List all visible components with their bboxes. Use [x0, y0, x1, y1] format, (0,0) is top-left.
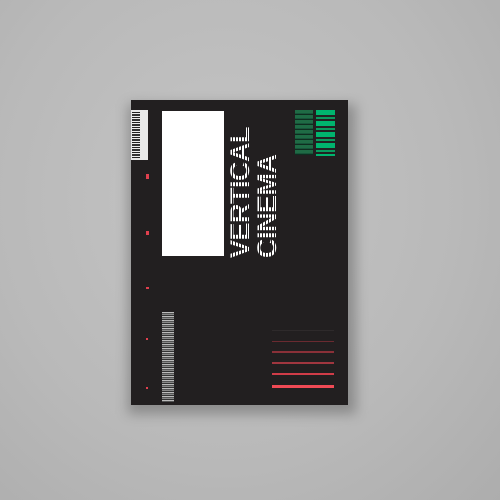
red-mark — [146, 387, 148, 389]
white-rectangle — [162, 111, 224, 256]
green-block-dark — [295, 110, 313, 155]
title-vertical: VERTICAL — [225, 127, 255, 258]
red-line — [272, 341, 334, 342]
barcode-label — [131, 110, 148, 160]
red-mark — [146, 338, 148, 340]
red-line — [272, 362, 334, 364]
barcode — [132, 112, 140, 158]
red-line — [272, 330, 334, 331]
title-cinema: CINEMA — [252, 154, 282, 259]
red-line — [272, 351, 334, 353]
green-block-bright — [316, 110, 335, 156]
book-cover: VERTICAL CINEMA — [131, 100, 348, 405]
red-line — [272, 373, 334, 375]
red-mark — [146, 231, 149, 235]
red-mark — [146, 174, 149, 179]
red-line — [272, 385, 334, 388]
red-mark — [146, 287, 149, 289]
vertical-barcode — [162, 312, 174, 402]
